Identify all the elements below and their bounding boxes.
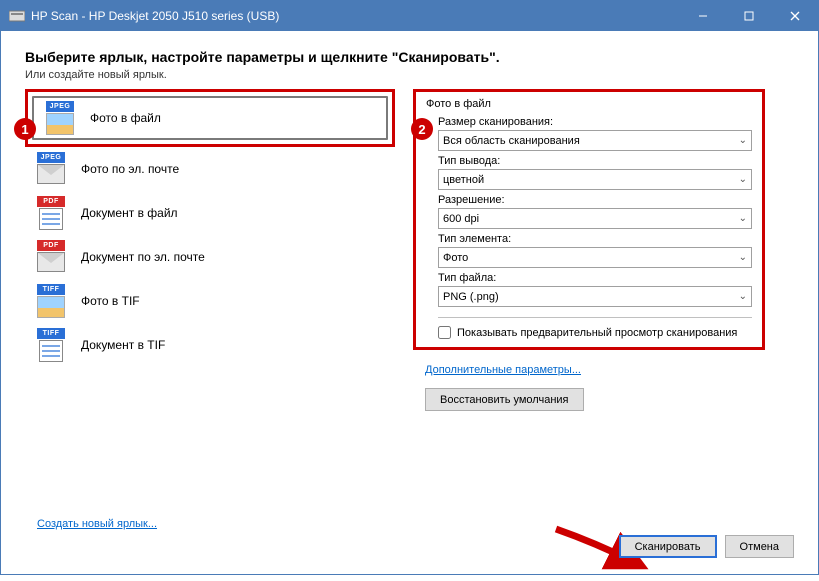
shortcut-label: Фото в TIF [81, 294, 140, 308]
advanced-settings-link[interactable]: Дополнительные параметры... [425, 364, 581, 376]
shortcut-document-tif[interactable]: TIFF Документ в TIF [25, 323, 395, 367]
element-type-value: Фото [443, 252, 468, 264]
page-heading: Выберите ярлык, настройте параметры и ще… [25, 49, 794, 65]
chevron-down-icon: ⌄ [739, 213, 747, 224]
photo-icon [37, 296, 65, 318]
annotation-box-2: Фото в файл Размер сканирования: Вся обл… [413, 89, 765, 350]
scan-button[interactable]: Сканировать [619, 535, 717, 558]
tiff-badge-icon: TIFF [37, 328, 65, 339]
pdf-badge-icon: PDF [37, 196, 65, 207]
shortcut-icon: JPEG [35, 152, 67, 186]
cancel-button[interactable]: Отмена [725, 535, 794, 558]
envelope-icon [37, 252, 65, 272]
shortcut-list-pane: JPEG Фото в файл JPEG Фото по эл. почте [25, 89, 395, 367]
tiff-badge-icon: TIFF [37, 284, 65, 295]
file-type-select[interactable]: PNG (.png) ⌄ [438, 286, 752, 307]
shortcut-icon: JPEG [44, 101, 76, 135]
jpeg-badge-icon: JPEG [46, 101, 74, 112]
close-button[interactable] [772, 1, 818, 31]
scan-size-value: Вся область сканирования [443, 135, 580, 147]
settings-group-title: Фото в файл [426, 98, 752, 110]
page-subheading: Или создайте новый ярлык. [25, 69, 794, 81]
shortcut-label: Документ в TIF [81, 338, 165, 352]
shortcut-photo-tif[interactable]: TIFF Фото в TIF [25, 279, 395, 323]
chevron-down-icon: ⌄ [739, 291, 747, 302]
footer-buttons: Сканировать Отмена [619, 535, 794, 558]
step-badge-2: 2 [411, 118, 433, 140]
shortcut-icon: PDF [35, 196, 67, 230]
shortcut-photo-email[interactable]: JPEG Фото по эл. почте [25, 147, 395, 191]
chevron-down-icon: ⌄ [739, 174, 747, 185]
jpeg-badge-icon: JPEG [37, 152, 65, 163]
file-type-value: PNG (.png) [443, 291, 499, 303]
resolution-select[interactable]: 600 dpi ⌄ [438, 208, 752, 229]
divider [438, 317, 752, 318]
file-type-label: Тип файла: [438, 272, 752, 284]
document-icon [39, 208, 63, 230]
output-type-label: Тип вывода: [438, 155, 752, 167]
chevron-down-icon: ⌄ [739, 135, 747, 146]
element-type-label: Тип элемента: [438, 233, 752, 245]
shortcut-icon: TIFF [35, 328, 67, 362]
resolution-value: 600 dpi [443, 213, 479, 225]
app-icon [9, 8, 25, 24]
annotation-box-1: JPEG Фото в файл [25, 89, 395, 147]
photo-icon [46, 113, 74, 135]
content-area: Выберите ярлык, настройте параметры и ще… [1, 31, 818, 574]
shortcut-icon: PDF [35, 240, 67, 274]
envelope-icon [37, 164, 65, 184]
maximize-icon [744, 11, 754, 21]
scan-size-label: Размер сканирования: [438, 116, 752, 128]
preview-checkbox-row[interactable]: Показывать предварительный просмотр скан… [438, 326, 752, 339]
shortcut-photo-to-file[interactable]: JPEG Фото в файл [32, 96, 388, 140]
resolution-label: Разрешение: [438, 194, 752, 206]
step-badge-1: 1 [14, 118, 36, 140]
element-type-select[interactable]: Фото ⌄ [438, 247, 752, 268]
close-icon [790, 11, 800, 21]
settings-pane: Фото в файл Размер сканирования: Вся обл… [413, 89, 765, 411]
shortcut-label: Документ по эл. почте [81, 250, 205, 264]
shortcut-document-file[interactable]: PDF Документ в файл [25, 191, 395, 235]
title-bar: HP Scan - HP Deskjet 2050 J510 series (U… [1, 1, 818, 31]
output-type-value: цветной [443, 174, 484, 186]
shortcut-document-email[interactable]: PDF Документ по эл. почте [25, 235, 395, 279]
pdf-badge-icon: PDF [37, 240, 65, 251]
shortcut-label: Документ в файл [81, 206, 178, 220]
preview-checkbox[interactable] [438, 326, 451, 339]
minimize-button[interactable] [680, 1, 726, 31]
chevron-down-icon: ⌄ [739, 252, 747, 263]
shortcut-icon: TIFF [35, 284, 67, 318]
app-window: HP Scan - HP Deskjet 2050 J510 series (U… [0, 0, 819, 575]
window-title: HP Scan - HP Deskjet 2050 J510 series (U… [31, 9, 279, 23]
maximize-button[interactable] [726, 1, 772, 31]
output-type-select[interactable]: цветной ⌄ [438, 169, 752, 190]
scan-size-select[interactable]: Вся область сканирования ⌄ [438, 130, 752, 151]
shortcut-label: Фото по эл. почте [81, 162, 179, 176]
document-icon [39, 340, 63, 362]
minimize-icon [698, 11, 708, 21]
shortcut-label: Фото в файл [90, 111, 161, 125]
create-new-shortcut-link[interactable]: Создать новый ярлык... [37, 518, 157, 530]
preview-checkbox-label: Показывать предварительный просмотр скан… [457, 327, 737, 339]
restore-defaults-button[interactable]: Восстановить умолчания [425, 388, 584, 411]
